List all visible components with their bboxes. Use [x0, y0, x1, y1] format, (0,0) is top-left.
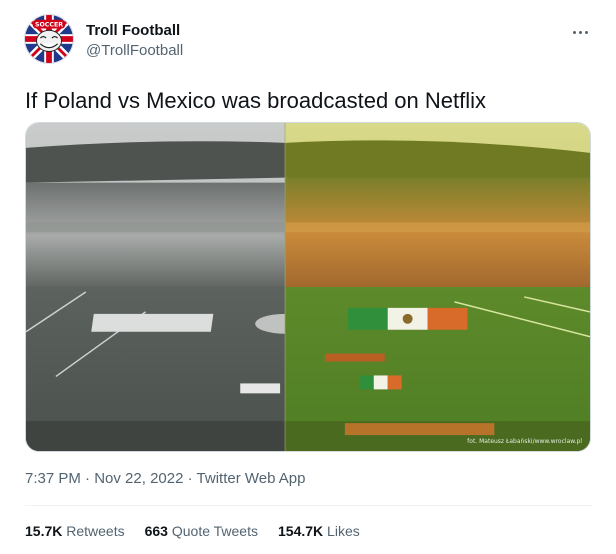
more-options-button[interactable]	[568, 20, 592, 44]
quote-tweets-label: Quote Tweets	[171, 523, 258, 539]
stadium-photo	[26, 123, 590, 451]
retweets-count: 15.7K	[25, 523, 63, 539]
tweet-text: If Poland vs Mexico was broadcasted on N…	[25, 88, 487, 113]
quote-tweets-stat[interactable]: 663 Quote Tweets	[145, 522, 258, 540]
divider	[25, 505, 592, 506]
tweet-meta: 7:37 PM · Nov 22, 2022 · Twitter Web App	[25, 469, 305, 489]
user-handle[interactable]: @TrollFootball	[86, 42, 183, 60]
tweet-source-link[interactable]: Twitter Web App	[197, 470, 306, 487]
tweet-time: 7:37 PM	[25, 470, 81, 487]
tweet-date: Nov 22, 2022	[94, 470, 184, 487]
retweets-stat[interactable]: 15.7K Retweets	[25, 522, 125, 540]
quote-tweets-count: 663	[144, 523, 168, 539]
display-name[interactable]: Troll Football	[86, 22, 183, 40]
likes-label: Likes	[327, 523, 360, 539]
tweet-time-link[interactable]: 7:37 PM · Nov 22, 2022	[25, 470, 183, 487]
troll-face-union-jack-icon: SOCCER	[25, 15, 73, 63]
retweets-label: Retweets	[66, 523, 125, 539]
avatar-badge-text: SOCCER	[35, 22, 63, 29]
author-names: Troll Football @TrollFootball	[86, 22, 183, 60]
likes-stat[interactable]: 154.7K Likes	[278, 522, 360, 540]
more-dots-icon	[572, 30, 576, 34]
meta-separator: ·	[85, 470, 91, 487]
likes-count: 154.7K	[278, 523, 324, 539]
tweet-stats: 15.7K Retweets 663 Quote Tweets 154.7K L…	[25, 522, 360, 540]
avatar[interactable]: SOCCER	[24, 14, 74, 64]
tweet-media-photo[interactable]: fot. Mateusz Łabański/www.wroclaw.pl	[25, 122, 591, 452]
photo-credit: fot. Mateusz Łabański/www.wroclaw.pl	[467, 438, 582, 445]
meta-separator: ·	[187, 470, 193, 487]
